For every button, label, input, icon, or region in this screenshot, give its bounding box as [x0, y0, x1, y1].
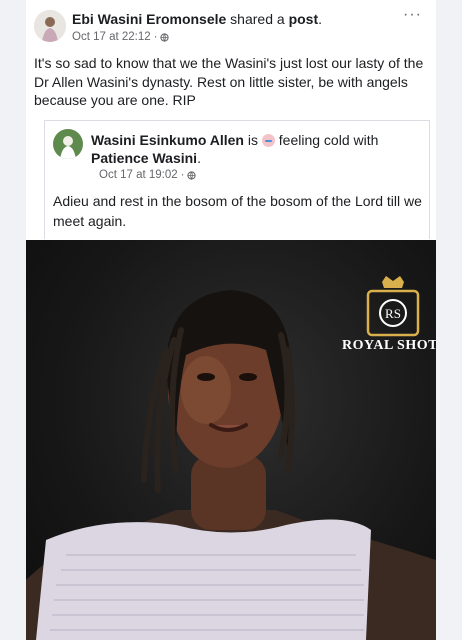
is-text: is [244, 132, 262, 148]
more-options-icon[interactable]: ··· [403, 6, 422, 24]
watermark-text: ROYAL SHOT [342, 338, 436, 353]
globe-icon [160, 32, 170, 42]
post-header-line: Ebi Wasini Eromonsele shared a post. [72, 11, 322, 27]
shared-photo[interactable]: RS ROYAL SHOT [26, 240, 436, 640]
action-text: shared a [226, 11, 289, 27]
shared-header-line: Wasini Esinkumo Allen is feeling cold wi… [91, 131, 421, 167]
action-end: . [318, 11, 323, 27]
author-name[interactable]: Ebi Wasini Eromonsele [72, 11, 226, 27]
meta-separator: · [153, 31, 158, 43]
shared-timestamp[interactable]: Oct 17 at 19:02 [99, 169, 178, 181]
shared-author-name[interactable]: Wasini Esinkumo Allen [91, 132, 244, 148]
shared-post-link[interactable]: post [289, 11, 319, 27]
author-avatar[interactable] [34, 10, 66, 42]
shared-meta: Oct 17 at 19:02 · [99, 169, 197, 181]
shared-author-avatar[interactable] [53, 129, 83, 159]
post-meta: Oct 17 at 22:12 · [72, 31, 170, 43]
watermark-monogram: RS [385, 306, 401, 321]
tagged-end: . [197, 150, 201, 166]
globe-icon [187, 170, 197, 180]
shared-body: Adieu and rest in the bosom of the bosom… [53, 193, 422, 229]
post-header: Ebi Wasini Eromonsele shared a post. Oct… [26, 0, 436, 52]
meta-separator: · [180, 169, 185, 181]
shared-post[interactable]: Wasini Esinkumo Allen is feeling cold wi… [44, 120, 430, 239]
feeling-text: feeling cold with [274, 132, 379, 148]
post-timestamp[interactable]: Oct 17 at 22:12 [72, 31, 151, 43]
cold-face-emoji-icon [261, 134, 275, 147]
tagged-person[interactable]: Patience Wasini [91, 150, 197, 166]
post-card: Ebi Wasini Eromonsele shared a post. Oct… [26, 0, 436, 640]
post-body: It's so sad to know that we the Wasini's… [34, 55, 424, 108]
